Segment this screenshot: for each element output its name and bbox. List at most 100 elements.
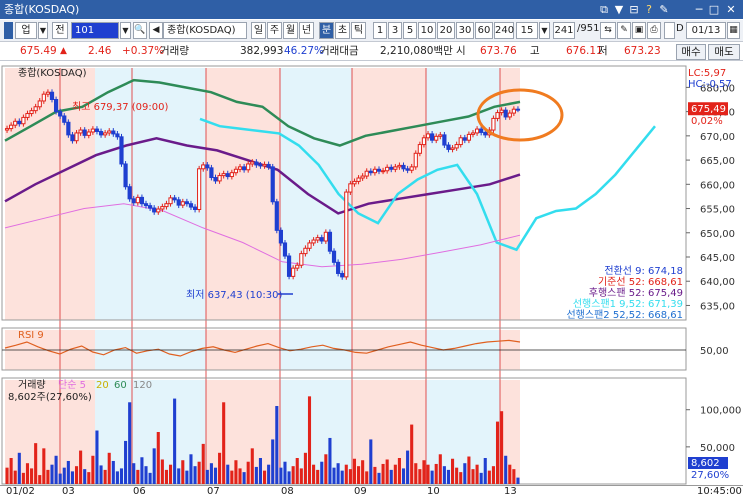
volume-bar — [422, 460, 426, 484]
interval-240[interactable]: 240 — [494, 22, 514, 39]
volume-bar — [132, 463, 136, 484]
grid-icon[interactable] — [4, 22, 13, 39]
volume-bar — [512, 469, 516, 484]
chart-svg[interactable]: 680,00675,00670,00665,00660,00655,00650,… — [0, 62, 743, 485]
period-day[interactable]: 일 — [251, 22, 266, 39]
interval-input[interactable]: 15 — [516, 22, 538, 39]
interval-10[interactable]: 10 — [418, 22, 436, 39]
volume-bar — [299, 468, 303, 484]
maximize-icon[interactable]: □ — [707, 0, 721, 19]
amount-label: 거래대금 — [320, 45, 359, 57]
candle-body — [356, 177, 361, 182]
candle-body — [278, 229, 283, 244]
interval-5[interactable]: 5 — [403, 22, 417, 39]
interval-dropdown-icon[interactable]: ▼ — [539, 22, 550, 39]
market-select[interactable]: 업 — [15, 22, 37, 39]
market-dropdown-icon[interactable]: ▼ — [38, 22, 48, 39]
x-tick: 07 — [207, 486, 220, 497]
all-button[interactable]: 전 — [52, 22, 68, 39]
candle-body — [336, 261, 341, 274]
volume-bar — [271, 439, 275, 484]
volume-title: 거래량 — [18, 379, 46, 391]
volume-bar — [91, 455, 95, 484]
volume-bar — [291, 466, 295, 484]
chart-tools-icon[interactable]: ⇆ — [600, 22, 616, 39]
save-icon[interactable]: ▣ — [632, 22, 646, 39]
print-icon[interactable]: ⎙ — [647, 22, 661, 39]
volume-bar — [83, 469, 87, 484]
help-icon[interactable]: ? — [642, 0, 656, 19]
candle-body — [237, 166, 243, 170]
period-month[interactable]: 월 — [283, 22, 298, 39]
volume-bar — [209, 463, 213, 484]
lc-label: LC:5,97 — [688, 68, 726, 79]
price-tag-text: 675,49 — [691, 104, 726, 115]
volume-bar — [442, 466, 446, 484]
interval-20[interactable]: 20 — [437, 22, 455, 39]
d-checkbox[interactable] — [664, 22, 675, 39]
candle-body — [58, 111, 63, 117]
code-dropdown-icon[interactable]: ▼ — [120, 22, 131, 39]
candle-body — [515, 108, 521, 111]
edit-icon[interactable]: ✎ — [657, 0, 671, 19]
candle-body — [360, 175, 365, 179]
volume-bar — [74, 466, 79, 484]
volume-bar — [348, 469, 352, 484]
candle-body — [376, 168, 382, 172]
volume-bar — [418, 469, 422, 484]
sound-icon[interactable]: ◀ — [149, 22, 163, 39]
volume-bar — [389, 469, 393, 484]
volume-bar — [222, 402, 226, 484]
sell-button[interactable]: 매도 — [708, 44, 740, 60]
minimize-icon[interactable]: ─ — [692, 0, 706, 19]
layout-icon[interactable]: ⊟ — [627, 0, 641, 19]
volume-bar — [95, 430, 99, 484]
volume-bar — [381, 463, 385, 484]
volume-bar — [197, 461, 201, 484]
volume-bar — [205, 469, 209, 484]
candle-body — [205, 164, 210, 169]
volume-value: 382,993 — [240, 45, 284, 57]
candle-body — [380, 170, 386, 173]
buy-button[interactable]: 매수 — [676, 44, 706, 60]
close-icon[interactable]: ✕ — [724, 0, 738, 19]
calendar-icon[interactable]: ▦ — [727, 22, 740, 39]
amount-value: 2,210,080백만 — [380, 45, 453, 57]
candle-body — [495, 112, 500, 119]
volume-bar — [377, 472, 381, 484]
count-input[interactable]: 241 — [553, 22, 575, 39]
interval-60[interactable]: 60 — [475, 22, 493, 39]
interval-1[interactable]: 1 — [373, 22, 387, 39]
ichimoku-legend: 후행스팬 52: 675,49 — [589, 287, 683, 299]
period-second[interactable]: 초 — [335, 22, 350, 39]
period-year[interactable]: 년 — [299, 22, 314, 39]
date-input[interactable]: 01/13 — [686, 22, 726, 39]
period-minute[interactable]: 분 — [319, 22, 334, 39]
candle-body — [258, 164, 263, 167]
menu-icon[interactable]: ▼ — [612, 0, 626, 19]
y-tick-label: 635,00 — [700, 301, 735, 312]
candle-body — [233, 168, 239, 174]
period-tick[interactable]: 틱 — [351, 22, 366, 39]
interval-3[interactable]: 3 — [388, 22, 402, 39]
code-input[interactable]: 101 — [71, 22, 119, 39]
volume-bar — [107, 452, 111, 484]
chart-toolbar: 업 ▼ 전 101 ▼ 🔍 ◀ 종합(KOSDAQ) 일 주 월 년 분 초 틱… — [0, 20, 743, 42]
volume-bar — [5, 467, 9, 484]
vol-tick-label: 50,000 — [700, 443, 735, 454]
volume-bar — [467, 456, 471, 484]
volume-bar — [62, 467, 66, 484]
interval-30[interactable]: 30 — [456, 22, 474, 39]
period-week[interactable]: 주 — [267, 22, 282, 39]
volume-bar — [42, 448, 46, 484]
popout-icon[interactable]: ⧉ — [597, 0, 611, 19]
candle-body — [25, 113, 30, 118]
volume-bar — [99, 465, 103, 484]
volume-bar — [193, 466, 197, 484]
volume-bar — [30, 468, 34, 484]
search-icon[interactable]: 🔍 — [133, 22, 147, 39]
candle-body — [74, 132, 79, 142]
draw-icon[interactable]: ✎ — [617, 22, 631, 39]
chart-area[interactable]: 680,00675,00670,00665,00660,00655,00650,… — [0, 62, 743, 485]
volume-bar — [438, 454, 442, 484]
